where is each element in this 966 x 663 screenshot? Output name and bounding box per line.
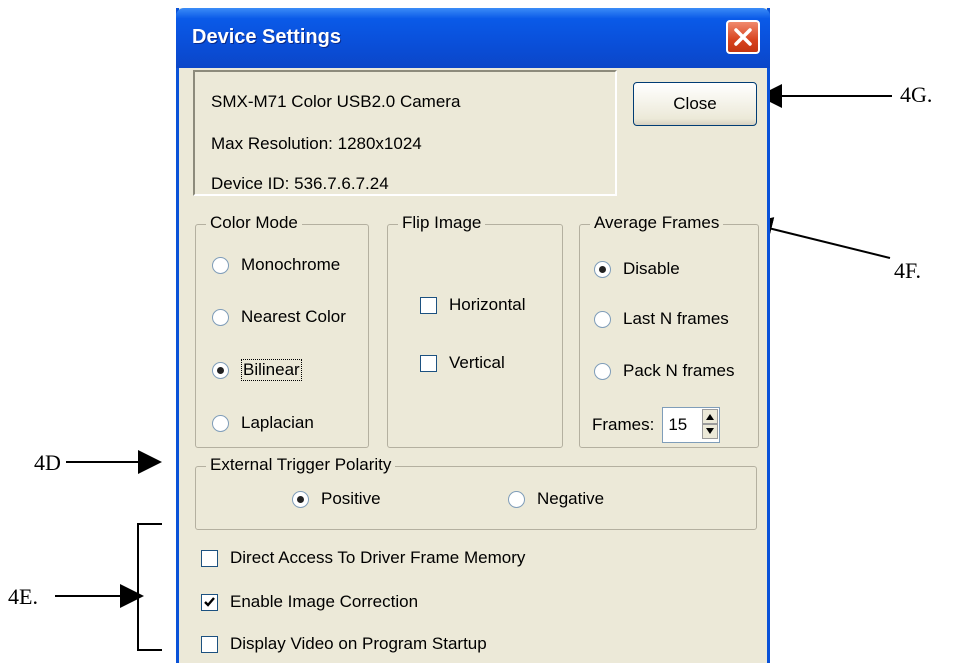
radio-indicator-selected [212, 361, 229, 379]
radio-label: Last N frames [623, 309, 729, 328]
checkbox-vertical[interactable]: Vertical [420, 353, 505, 373]
trigger-polarity-title: External Trigger Polarity [206, 455, 396, 475]
triangle-up-icon [706, 414, 715, 420]
spin-up-button[interactable] [702, 409, 719, 424]
radio-label: Bilinear [241, 359, 302, 381]
radio-indicator-selected [594, 260, 611, 278]
device-info-panel: SMX-M71 Color USB2.0 Camera Max Resoluti… [193, 70, 617, 196]
camera-name: SMX-M71 Color USB2.0 Camera [211, 92, 461, 111]
frames-row: Frames: 15 [592, 407, 721, 443]
checkbox-indicator [201, 549, 218, 567]
radio-negative[interactable]: Negative [508, 489, 604, 509]
annotation-4e: 4E. [8, 584, 38, 609]
checkbox-display-video-startup[interactable]: Display Video on Program Startup [201, 634, 487, 654]
checkbox-indicator [420, 354, 437, 372]
checkbox-horizontal[interactable]: Horizontal [420, 295, 526, 315]
triangle-down-icon [706, 428, 715, 434]
radio-indicator [594, 362, 611, 380]
window-title: Device Settings [192, 26, 341, 48]
radio-label: Positive [321, 489, 381, 508]
device-settings-dialog: Device Settings SMX-M71 Color USB2.0 Cam… [176, 8, 770, 663]
radio-positive[interactable]: Positive [292, 489, 381, 509]
checkbox-indicator-checked [201, 593, 218, 611]
trigger-polarity-group: External Trigger Polarity Positive Negat… [195, 455, 757, 530]
close-icon [734, 28, 752, 46]
close-button[interactable]: Close [633, 82, 757, 126]
radio-indicator-selected [292, 490, 309, 508]
radio-label: Pack N frames [623, 361, 735, 380]
checkbox-enable-image-correction[interactable]: Enable Image Correction [201, 592, 418, 612]
frames-spinner[interactable]: 15 [662, 407, 721, 443]
radio-nearest-color[interactable]: Nearest Color [212, 307, 346, 327]
radio-label: Nearest Color [241, 307, 346, 326]
average-frames-group: Average Frames Disable Last N frames Pac… [579, 213, 759, 448]
radio-label: Laplacian [241, 413, 314, 432]
window-close-button[interactable] [726, 20, 760, 54]
radio-last-n-frames[interactable]: Last N frames [594, 309, 729, 329]
checkbox-label: Enable Image Correction [230, 592, 419, 611]
checkbox-label: Vertical [449, 353, 505, 372]
average-frames-title: Average Frames [590, 213, 724, 233]
color-mode-title: Color Mode [206, 213, 302, 233]
checkbox-direct-access[interactable]: Direct Access To Driver Frame Memory [201, 548, 525, 568]
radio-monochrome[interactable]: Monochrome [212, 255, 340, 275]
annotation-4f: 4F. [894, 258, 921, 283]
radio-indicator [212, 308, 229, 326]
annotation-4d: 4D [34, 450, 61, 475]
radio-indicator [508, 490, 525, 508]
arrow-4f [748, 217, 891, 259]
radio-pack-n-frames[interactable]: Pack N frames [594, 361, 734, 381]
radio-indicator [594, 310, 611, 328]
radio-label: Negative [537, 489, 605, 508]
bracket-4e [137, 523, 162, 651]
frames-value[interactable]: 15 [668, 415, 687, 435]
radio-label: Monochrome [241, 255, 341, 274]
frames-label: Frames: [592, 415, 655, 434]
checkbox-label: Direct Access To Driver Frame Memory [230, 548, 526, 567]
checkbox-indicator [420, 296, 437, 314]
radio-disable[interactable]: Disable [594, 259, 680, 279]
annotation-4g: 4G. [900, 82, 933, 107]
device-id: Device ID: 536.7.6.7.24 [211, 174, 389, 193]
checkmark-icon [204, 596, 215, 607]
checkbox-indicator [201, 635, 218, 653]
radio-label: Disable [623, 259, 680, 278]
checkbox-label: Horizontal [449, 295, 526, 314]
radio-indicator [212, 414, 229, 432]
flip-image-group: Flip Image Horizontal Vertical [387, 213, 563, 448]
flip-image-title: Flip Image [398, 213, 486, 233]
color-mode-group: Color Mode Monochrome Nearest Color Bili… [195, 213, 369, 448]
radio-laplacian[interactable]: Laplacian [212, 413, 314, 433]
title-bar[interactable]: Device Settings [176, 8, 770, 68]
checkbox-label: Display Video on Program Startup [230, 634, 487, 653]
radio-indicator [212, 256, 229, 274]
max-resolution: Max Resolution: 1280x1024 [211, 134, 422, 153]
radio-bilinear[interactable]: Bilinear [212, 359, 302, 381]
spin-down-button[interactable] [702, 424, 719, 439]
